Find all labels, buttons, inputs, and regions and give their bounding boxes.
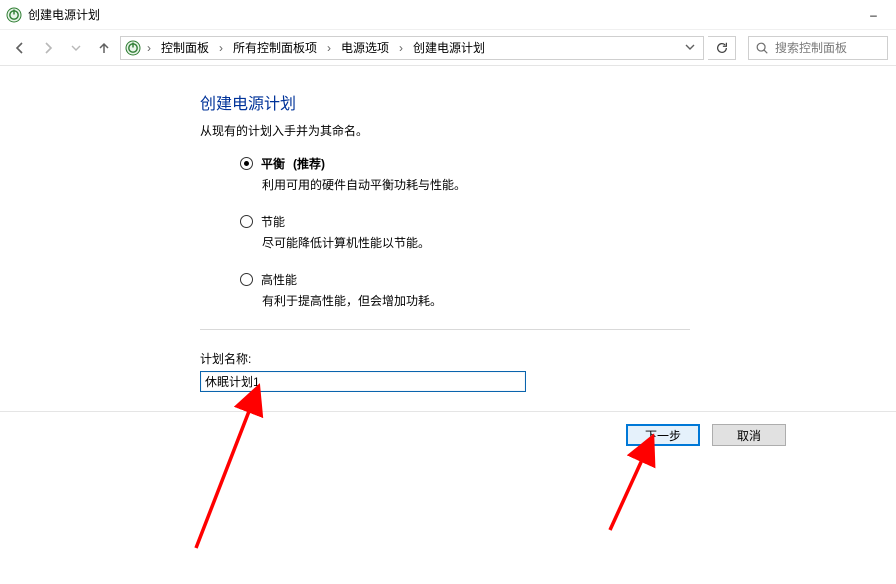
content-area: 创建电源计划 从现有的计划入手并为其命名。 平衡 (推荐) 利用可用的硬件自动平…: [0, 66, 896, 584]
navigation-bar: › 控制面板 › 所有控制面板项 › 电源选项 › 创建电源计划 搜索控制面板: [0, 30, 896, 66]
recent-locations-button[interactable]: [64, 36, 88, 60]
page-heading: 创建电源计划: [200, 90, 896, 114]
breadcrumb-item[interactable]: 创建电源计划: [409, 37, 489, 58]
divider: [200, 329, 690, 330]
plan-option-highperf[interactable]: 高性能 有利于提高性能，但会增加功耗。: [240, 271, 896, 309]
radio-balanced[interactable]: [240, 157, 253, 170]
plan-option-powersaver[interactable]: 节能 尽可能降低计算机性能以节能。: [240, 213, 896, 251]
plan-option-balanced[interactable]: 平衡 (推荐) 利用可用的硬件自动平衡功耗与性能。: [240, 155, 896, 193]
plan-name-label: 计划名称:: [200, 350, 896, 367]
forward-button[interactable]: [36, 36, 60, 60]
search-placeholder: 搜索控制面板: [775, 39, 847, 56]
breadcrumb-item[interactable]: 电源选项: [337, 37, 393, 58]
radio-powersaver[interactable]: [240, 215, 253, 228]
plan-name-input[interactable]: [200, 371, 526, 392]
minimize-button[interactable]: –: [851, 0, 896, 30]
plan-name: 高性能: [261, 271, 297, 288]
plan-name: 平衡: [261, 155, 285, 172]
search-icon: [755, 41, 769, 55]
chevron-right-icon[interactable]: ›: [145, 41, 153, 55]
footer-buttons: 下一步 取消: [0, 411, 896, 446]
title-bar: 创建电源计划 –: [0, 0, 896, 30]
back-button[interactable]: [8, 36, 32, 60]
plan-desc: 有利于提高性能，但会增加功耗。: [262, 292, 896, 309]
cancel-button[interactable]: 取消: [712, 424, 786, 446]
search-box[interactable]: 搜索控制面板: [748, 36, 888, 60]
power-options-icon: [6, 7, 22, 23]
address-bar[interactable]: › 控制面板 › 所有控制面板项 › 电源选项 › 创建电源计划: [120, 36, 704, 60]
radio-highperf[interactable]: [240, 273, 253, 286]
power-options-icon: [125, 40, 141, 56]
plan-desc: 尽可能降低计算机性能以节能。: [262, 234, 896, 251]
chevron-right-icon[interactable]: ›: [397, 41, 405, 55]
up-button[interactable]: [92, 36, 116, 60]
next-button[interactable]: 下一步: [626, 424, 700, 446]
page-subheading: 从现有的计划入手并为其命名。: [200, 122, 896, 139]
chevron-right-icon[interactable]: ›: [325, 41, 333, 55]
plan-recommend-badge: (推荐): [293, 155, 325, 172]
breadcrumb-item[interactable]: 控制面板: [157, 37, 213, 58]
window-title: 创建电源计划: [28, 6, 851, 23]
breadcrumb-item[interactable]: 所有控制面板项: [229, 37, 321, 58]
plan-desc: 利用可用的硬件自动平衡功耗与性能。: [262, 176, 896, 193]
address-expand-button[interactable]: [681, 41, 699, 55]
refresh-button[interactable]: [708, 36, 736, 60]
chevron-right-icon[interactable]: ›: [217, 41, 225, 55]
plan-name: 节能: [261, 213, 285, 230]
